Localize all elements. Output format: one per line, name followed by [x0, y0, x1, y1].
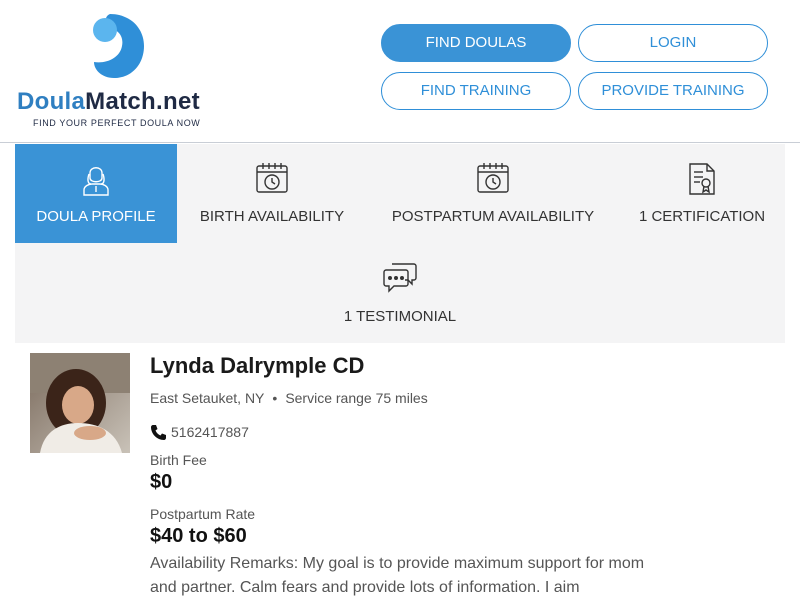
birth-fee-value: $0	[150, 471, 173, 493]
tab-testimonial[interactable]: 1 TESTIMONIAL	[285, 244, 515, 343]
phone-icon	[151, 425, 166, 440]
find-training-button[interactable]: FIND TRAINING	[381, 72, 571, 110]
logo-wordmark: DoulaMatch.net	[17, 88, 200, 115]
tab-birth-availability[interactable]: BIRTH AVAILABILITY	[177, 144, 367, 243]
login-button[interactable]: LOGIN	[578, 24, 768, 62]
doula-location: East Setauket, NY	[150, 390, 265, 406]
tab-label: BIRTH AVAILABILITY	[199, 208, 345, 225]
availability-remarks: Availability Remarks: My goal is to prov…	[150, 555, 645, 596]
find-doulas-button[interactable]: FIND DOULAS	[381, 24, 571, 62]
calendar-clock-icon	[256, 163, 288, 193]
doulamatch-logo[interactable]: DoulaMatch.net FIND YOUR PERFECT DOULA N…	[14, 10, 224, 132]
birth-fee-label: Birth Fee	[150, 452, 207, 468]
tab-label: POSTPARTUM AVAILABILITY	[391, 208, 595, 225]
chat-bubbles-icon	[383, 263, 417, 293]
logo-mark-icon	[93, 14, 144, 78]
phone-line: 5162417887	[150, 424, 249, 440]
site-header: DoulaMatch.net FIND YOUR PERFECT DOULA N…	[0, 0, 800, 143]
doula-photo	[30, 353, 130, 453]
postpartum-rate-label: Postpartum Rate	[150, 506, 256, 522]
doula-name: Lynda Dalrymple CD	[150, 353, 365, 378]
tab-label: 1 TESTIMONIAL	[343, 308, 457, 325]
logo-tagline: FIND YOUR PERFECT DOULA NOW	[33, 118, 201, 128]
location-line: East Setauket, NY • Service range 75 miles	[150, 390, 428, 406]
phone-number[interactable]: 5162417887	[171, 424, 249, 440]
tab-doula-profile[interactable]: DOULA PROFILE	[15, 144, 177, 243]
tab-label: DOULA PROFILE	[36, 208, 156, 225]
profile-tabs: DOULA PROFILE BIRTH AVAILABILITY POSTPAR…	[15, 144, 785, 343]
doula-profile-icon	[83, 167, 109, 196]
provide-training-button[interactable]: PROVIDE TRAINING	[578, 72, 768, 110]
calendar-clock-icon	[477, 163, 509, 193]
separator-dot: •	[272, 390, 278, 406]
tab-postpartum-availability[interactable]: POSTPARTUM AVAILABILITY	[367, 144, 619, 243]
postpartum-rate-value: $40 to $60	[150, 525, 247, 547]
tab-label: 1 CERTIFICATION	[638, 208, 766, 225]
tab-certification[interactable]: 1 CERTIFICATION	[619, 144, 785, 243]
service-range: Service range 75 miles	[285, 390, 428, 406]
certificate-icon	[689, 163, 715, 195]
